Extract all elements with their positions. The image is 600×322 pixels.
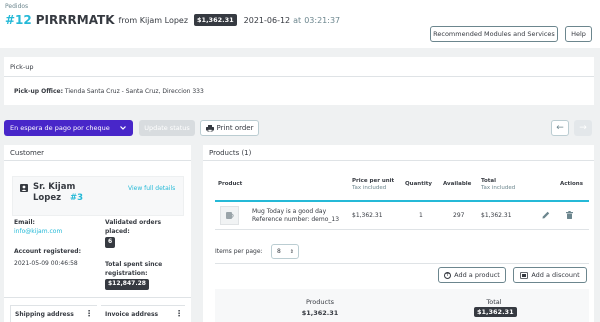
recommended-modules-button[interactable]: Recommended Modules and Services xyxy=(430,26,558,42)
order-date: 2021-06-12 xyxy=(243,15,291,25)
invoice-address-label: Invoice address xyxy=(105,311,159,318)
product-reference: Reference number: demo_13 xyxy=(252,216,340,223)
validated-orders-label-line2: placed: xyxy=(105,227,130,235)
products-card: Products (1) Product Price per unit Tax … xyxy=(203,145,594,322)
pickup-office-label: Pick-up Office: xyxy=(14,88,63,95)
shipping-address-label: Shipping address xyxy=(15,311,74,318)
total-spent-block: Total spent since registration: $12,847.… xyxy=(105,261,162,290)
summary-total-label: Total xyxy=(486,298,502,306)
customer-card-title: Customer xyxy=(4,145,191,161)
products-card-title: Products (1) xyxy=(203,145,594,161)
customer-email-link[interactable]: info@kijam.com xyxy=(14,228,62,237)
validated-orders-block: Validated orders placed: 6 xyxy=(105,219,161,248)
items-per-page-label: Items per page: xyxy=(215,248,263,255)
invoice-address-tab[interactable]: Invoice address ⋮ xyxy=(101,305,185,322)
help-button[interactable]: Help xyxy=(565,26,592,42)
order-total-badge: $1,362.31 xyxy=(194,14,237,26)
product-available: 297 xyxy=(453,212,465,219)
delete-trash-icon[interactable] xyxy=(566,211,573,219)
email-label: Email: xyxy=(14,219,35,226)
add-product-label: Add a product xyxy=(454,271,500,279)
pickup-office-value: Tienda Santa Cruz - Santa Cruz, Direccio… xyxy=(64,88,204,95)
add-product-button[interactable]: + Add a product xyxy=(438,267,506,283)
mug-image-icon xyxy=(226,212,234,219)
discount-ticket-icon xyxy=(520,271,529,279)
user-card-icon xyxy=(20,184,28,192)
table-row: Mug Today is a good day Reference number… xyxy=(215,202,589,229)
order-status-select[interactable]: En espera de pago por cheque xyxy=(4,120,133,136)
previous-order-button[interactable]: ← xyxy=(551,120,569,136)
view-full-details-link[interactable]: View full details xyxy=(128,185,175,192)
add-discount-button[interactable]: Add a discount xyxy=(513,267,587,283)
order-at-text: at xyxy=(293,15,302,25)
total-spent-label-line2: registration: xyxy=(105,269,148,277)
product-name-link[interactable]: Mug Today is a good day xyxy=(252,208,326,215)
more-vertical-icon[interactable]: ⋮ xyxy=(85,309,93,318)
edit-pencil-icon[interactable] xyxy=(542,211,550,219)
customer-card: Customer Sr. Kijam Lopez #3 View full de… xyxy=(4,145,191,322)
next-order-button[interactable]: → xyxy=(574,120,592,136)
total-spent-badge: $12,847.28 xyxy=(105,279,149,290)
address-divider xyxy=(4,297,191,298)
arrow-right-icon: → xyxy=(579,123,587,133)
summary-total-wrap: $1,362.31 xyxy=(474,307,517,317)
product-price: $1,362.31 xyxy=(352,212,383,219)
pickup-card: Pick-up Pick-up Office: Tienda Santa Cru… xyxy=(4,57,594,105)
order-reference: PIRRRMATK xyxy=(35,13,115,27)
pickup-office-line: Pick-up Office: Tienda Santa Cruz - Sant… xyxy=(14,88,204,95)
total-label: Total xyxy=(481,178,497,184)
product-quantity: 1 xyxy=(419,212,423,219)
column-header-price: Price per unit Tax included xyxy=(352,178,394,192)
column-header-available: Available xyxy=(443,181,472,187)
account-registered-label: Account registered: xyxy=(14,248,81,255)
total-tax-included-label: Tax included xyxy=(481,185,516,191)
price-per-unit-label: Price per unit xyxy=(352,178,395,184)
summary-products-value: $1,362.31 xyxy=(301,309,339,317)
items-per-page-value: 8 xyxy=(277,248,281,255)
column-header-quantity: Quantity xyxy=(405,181,432,187)
plus-circle-icon: + xyxy=(444,271,452,279)
page-header: Pedidos #12 PIRRRMATK from Kijam Lopez $… xyxy=(0,0,600,48)
printer-icon xyxy=(205,124,214,132)
chevron-down-icon xyxy=(120,126,126,130)
column-header-actions: Actions xyxy=(560,181,583,187)
summary-products-label: Products xyxy=(305,298,335,306)
row-divider xyxy=(215,229,589,230)
more-vertical-icon[interactable]: ⋮ xyxy=(175,309,183,318)
pickup-card-title: Pick-up xyxy=(4,57,594,77)
update-status-button[interactable]: Update status xyxy=(139,120,195,136)
items-per-page-select[interactable]: 8 ⇕ xyxy=(271,244,299,259)
customer-name-first-line: Sr. Kijam xyxy=(33,182,76,192)
column-header-total: Total Tax included xyxy=(481,178,515,192)
account-registered-block: Account registered: 2021-05-09 00:46:58 xyxy=(14,248,81,268)
order-time: 03:21:37 xyxy=(304,15,341,25)
breadcrumb[interactable]: Pedidos xyxy=(5,3,28,10)
product-thumbnail xyxy=(220,206,239,225)
customer-id: #3 xyxy=(70,193,84,203)
total-spent-label-line1: Total spent since xyxy=(105,261,163,268)
order-id: #12 xyxy=(5,13,32,27)
print-order-label: Print order xyxy=(216,124,254,132)
pagination-divider xyxy=(215,263,589,264)
validated-orders-label-line1: Validated orders xyxy=(105,219,162,226)
order-summary-box: Products $1,362.31 Total $1,362.31 xyxy=(215,289,589,322)
price-tax-included-label: Tax included xyxy=(352,185,387,191)
arrow-left-icon: ← xyxy=(556,123,564,133)
chevron-updown-icon: ⇕ xyxy=(289,248,294,255)
shipping-address-tab[interactable]: Shipping address ⋮ xyxy=(10,305,97,322)
account-registered-value: 2021-05-09 00:46:58 xyxy=(14,259,78,267)
customer-summary-box: Sr. Kijam Lopez #3 View full details xyxy=(12,176,184,216)
page-title: #12 PIRRRMATK from Kijam Lopez $1,362.31… xyxy=(5,13,340,27)
order-status-value: En espera de pago por cheque xyxy=(10,124,110,132)
product-total: $1,362.31 xyxy=(481,212,512,219)
customer-email-block: Email: info@kijam.com xyxy=(14,219,62,236)
column-header-product: Product xyxy=(218,181,243,187)
order-customer-from: from Kijam Lopez xyxy=(118,15,189,25)
add-discount-label: Add a discount xyxy=(531,271,580,279)
customer-name: Sr. Kijam Lopez #3 xyxy=(33,182,83,204)
validated-orders-count-badge: 6 xyxy=(105,237,116,248)
print-order-button[interactable]: Print order xyxy=(200,120,259,136)
customer-name-second-line: Lopez xyxy=(33,193,62,203)
summary-total-badge: $1,362.31 xyxy=(474,307,517,317)
